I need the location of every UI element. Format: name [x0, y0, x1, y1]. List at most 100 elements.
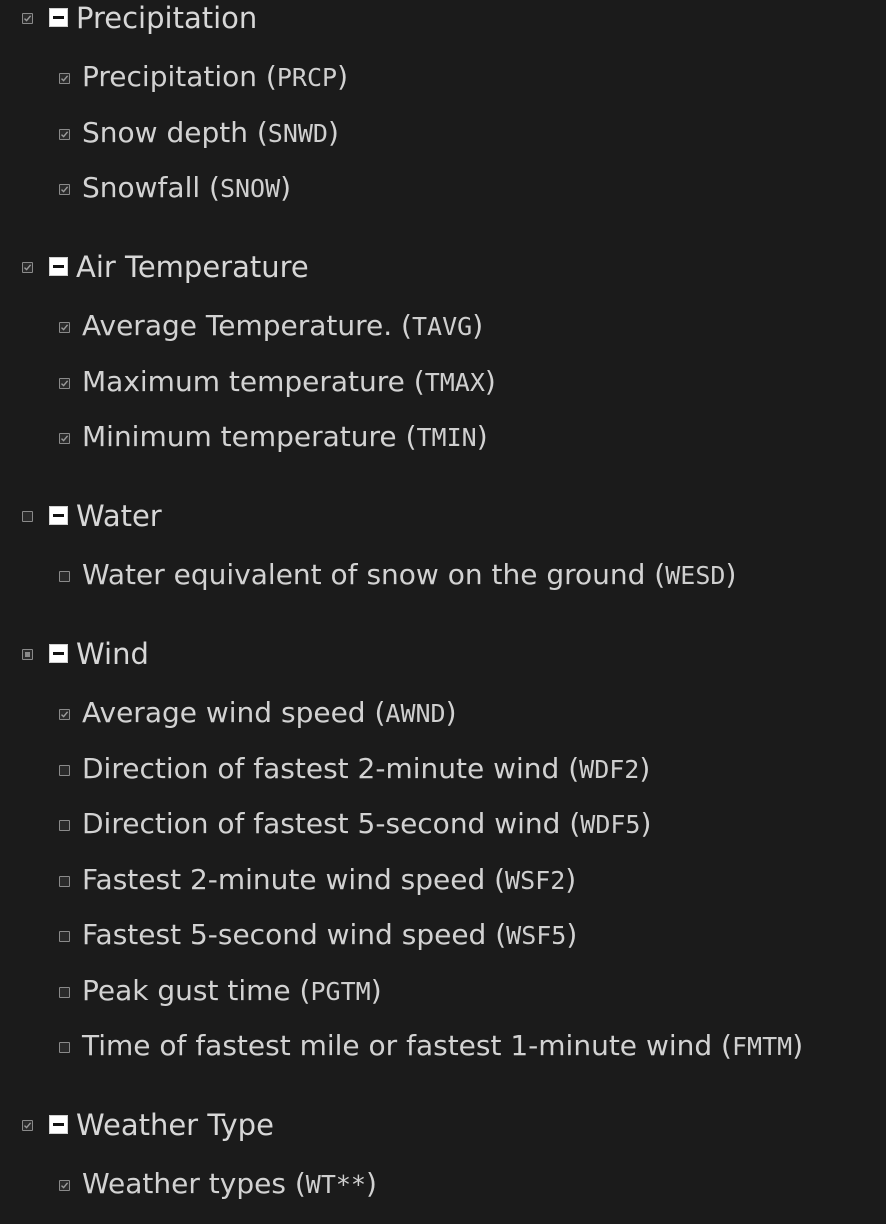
- item-checkbox[interactable]: [59, 709, 70, 720]
- paren-close: ): [792, 1029, 804, 1062]
- paren-close: ): [472, 309, 484, 342]
- item-checkbox[interactable]: [59, 184, 70, 195]
- item-label: Average Temperature. (TAVG): [82, 308, 483, 345]
- paren-close: ): [640, 807, 652, 840]
- item-checkbox[interactable]: [59, 986, 70, 998]
- collapse-toggle-icon[interactable]: [49, 506, 68, 525]
- paren-open: (: [247, 115, 268, 149]
- paren-open: (: [290, 973, 311, 1007]
- item-name: Fastest 2-minute wind speed: [82, 862, 486, 896]
- datatype-item[interactable]: Fastest 2-minute wind speed (WSF2): [0, 861, 886, 901]
- item-label: Minimum temperature (TMIN): [82, 419, 488, 456]
- item-checkbox[interactable]: [59, 875, 70, 887]
- group-label: Wind: [76, 637, 149, 671]
- paren-open: (: [200, 171, 220, 204]
- paren-close: ): [476, 420, 488, 453]
- paren-open: (: [559, 751, 580, 785]
- datatype-item[interactable]: Peak gust time (PGTM): [0, 972, 886, 1012]
- paren-open: (: [712, 1029, 732, 1062]
- item-checkbox[interactable]: [59, 1180, 70, 1191]
- paren-open: (: [365, 696, 386, 729]
- collapse-toggle-icon[interactable]: [49, 257, 68, 276]
- paren-open: (: [485, 862, 506, 896]
- item-checkbox[interactable]: [59, 820, 70, 831]
- item-label: Snow depth (SNWD): [82, 115, 339, 152]
- datatype-item[interactable]: Time of fastest mile or fastest 1-minute…: [0, 1027, 886, 1067]
- item-name: Peak gust time: [82, 973, 291, 1007]
- item-code: TMIN: [416, 423, 477, 452]
- item-name: Snow depth: [82, 115, 248, 149]
- datatype-item[interactable]: Precipitation (PRCP): [0, 58, 886, 98]
- group-label: Air Temperature: [76, 250, 309, 284]
- item-checkbox[interactable]: [59, 377, 70, 389]
- datatype-item[interactable]: Fastest 5-second wind speed (WSF5): [0, 916, 886, 956]
- item-code: WDF2: [579, 754, 640, 784]
- item-checkbox[interactable]: [59, 571, 70, 582]
- datatype-item[interactable]: Average Temperature. (TAVG): [0, 307, 886, 347]
- datatype-item[interactable]: Maximum temperature (TMAX): [0, 363, 886, 403]
- item-name: Water equivalent of snow on the ground: [82, 558, 646, 591]
- item-name: Average Temperature.: [82, 309, 393, 342]
- paren-close: ): [328, 115, 339, 149]
- group-checkbox[interactable]: [22, 511, 33, 522]
- paren-open: (: [396, 420, 417, 453]
- item-code: TMAX: [424, 367, 485, 397]
- item-name: Direction of fastest 2-minute wind: [82, 751, 560, 785]
- group-checkbox[interactable]: [22, 1120, 33, 1131]
- paren-close: ): [365, 1167, 377, 1200]
- paren-close: ): [566, 918, 578, 951]
- item-label: Water equivalent of snow on the ground (…: [82, 557, 736, 594]
- group-header-wind: Wind: [0, 636, 886, 676]
- paren-close: ): [484, 364, 496, 398]
- item-name: Precipitation: [82, 60, 258, 93]
- paren-open: (: [285, 1167, 306, 1200]
- item-label: Time of fastest mile or fastest 1-minute…: [82, 1028, 803, 1065]
- datatype-item[interactable]: Weather types (WT**): [0, 1165, 886, 1205]
- paren-open: (: [392, 309, 412, 342]
- item-code: PRCP: [276, 63, 338, 92]
- paren-open: (: [486, 918, 507, 951]
- item-label: Peak gust time (PGTM): [82, 973, 382, 1010]
- item-name: Maximum temperature: [82, 364, 405, 398]
- item-label: Direction of fastest 2-minute wind (WDF2…: [82, 751, 650, 788]
- paren-open: (: [645, 558, 666, 591]
- item-checkbox[interactable]: [59, 322, 70, 333]
- group-checkbox[interactable]: [22, 262, 33, 273]
- group-header-weather-type: Weather Type: [0, 1107, 886, 1147]
- collapse-toggle-icon[interactable]: [49, 8, 68, 27]
- item-checkbox[interactable]: [59, 764, 70, 776]
- datatype-item[interactable]: Minimum temperature (TMIN): [0, 418, 886, 458]
- group-checkbox[interactable]: [22, 13, 33, 24]
- item-checkbox[interactable]: [59, 1042, 70, 1053]
- item-label: Precipitation (PRCP): [82, 59, 348, 96]
- collapse-toggle-icon[interactable]: [49, 1115, 68, 1134]
- collapse-toggle-icon[interactable]: [49, 644, 68, 663]
- item-label: Average wind speed (AWND): [82, 695, 457, 732]
- item-code: FMTM: [731, 1032, 793, 1061]
- datatype-item[interactable]: Average wind speed (AWND): [0, 694, 886, 734]
- paren-close: ): [725, 558, 737, 591]
- group-header-air-temperature: Air Temperature: [0, 249, 886, 289]
- group-header-precipitation: Precipitation: [0, 0, 886, 40]
- datatype-item[interactable]: Direction of fastest 2-minute wind (WDF2…: [0, 750, 886, 790]
- paren-close: ): [565, 862, 577, 896]
- item-code: TAVG: [411, 312, 473, 341]
- datatype-item[interactable]: Direction of fastest 5-second wind (WDF5…: [0, 805, 886, 845]
- item-checkbox[interactable]: [59, 931, 70, 942]
- item-label: Fastest 2-minute wind speed (WSF2): [82, 862, 576, 899]
- datatype-item[interactable]: Snowfall (SNOW): [0, 169, 886, 209]
- item-label: Direction of fastest 5-second wind (WDF5…: [82, 806, 651, 843]
- item-label: Maximum temperature (TMAX): [82, 364, 496, 401]
- item-name: Minimum temperature: [82, 420, 397, 453]
- item-label: Snowfall (SNOW): [82, 170, 291, 207]
- item-code: SNOW: [219, 174, 281, 203]
- item-checkbox[interactable]: [59, 128, 70, 140]
- item-code: WDF5: [580, 810, 641, 839]
- item-checkbox[interactable]: [59, 73, 70, 84]
- datatype-item[interactable]: Snow depth (SNWD): [0, 114, 886, 154]
- group-label: Precipitation: [76, 1, 258, 35]
- item-checkbox[interactable]: [59, 433, 70, 444]
- datatype-item[interactable]: Water equivalent of snow on the ground (…: [0, 556, 886, 596]
- group-checkbox[interactable]: [22, 649, 33, 660]
- item-code: WT**: [305, 1170, 366, 1199]
